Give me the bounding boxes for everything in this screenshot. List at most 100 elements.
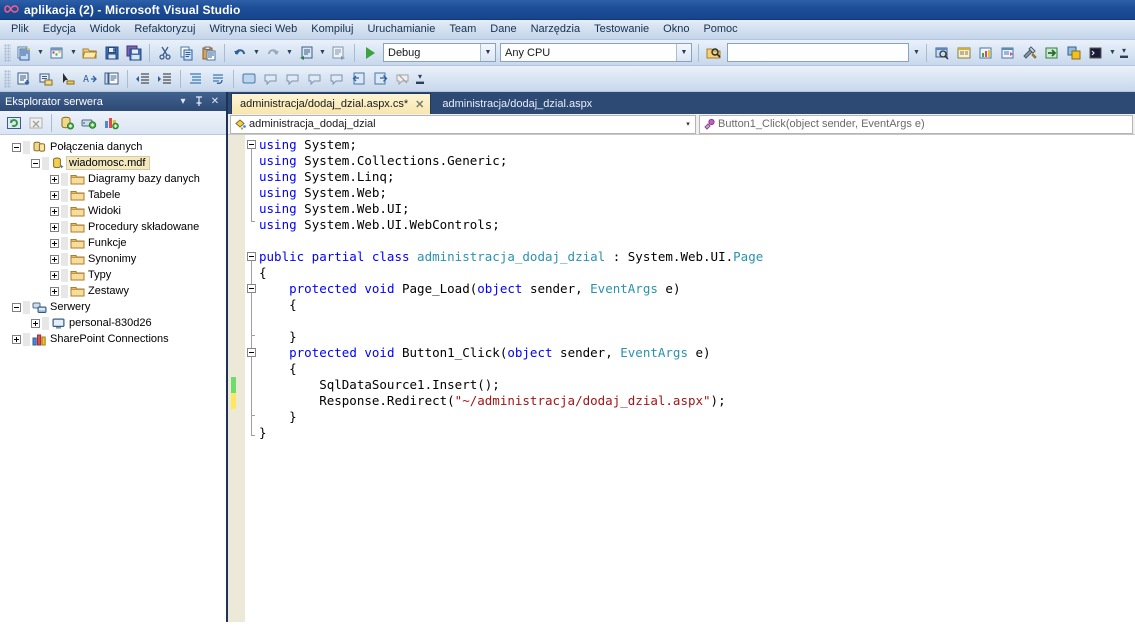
command-window-dropdown-arrow-icon[interactable]: ▼ xyxy=(1107,42,1118,64)
expand-expander-icon[interactable] xyxy=(48,205,61,218)
display-items-icon[interactable] xyxy=(13,68,35,90)
decrease-indent-icon[interactable] xyxy=(132,68,154,90)
close-icon[interactable]: ✕ xyxy=(415,98,424,111)
chevron-down-icon[interactable]: ▾ xyxy=(681,116,695,133)
toggle-all-outlining-icon[interactable] xyxy=(185,68,207,90)
navigate-backward-dropdown-arrow-icon[interactable]: ▼ xyxy=(317,42,328,64)
start-debugging-icon[interactable] xyxy=(359,42,381,64)
menu-item-okno[interactable]: Okno xyxy=(656,21,696,38)
menu-item-uruchamianie[interactable]: Uruchamianie xyxy=(360,21,442,38)
tree-item-funkcje[interactable]: Funkcje xyxy=(0,235,226,251)
code-text-content[interactable]: using System; using System.Collections.Ge… xyxy=(259,135,1135,622)
undo-dropdown-arrow-icon[interactable]: ▼ xyxy=(251,42,262,64)
menu-item-dane[interactable]: Dane xyxy=(483,21,523,38)
tree-item-sharepoint-connections[interactable]: SharePoint Connections xyxy=(0,331,226,347)
toolbox-icon[interactable] xyxy=(997,42,1019,64)
comment-block-icon[interactable] xyxy=(101,68,123,90)
expand-expander-icon[interactable] xyxy=(48,253,61,266)
add-sharepoint-connection-icon[interactable] xyxy=(100,112,122,134)
properties-window-icon[interactable] xyxy=(953,42,975,64)
menu-item-pomoc[interactable]: Pomoc xyxy=(696,21,744,38)
increase-indent-icon[interactable] xyxy=(154,68,176,90)
menu-item-team[interactable]: Team xyxy=(442,21,483,38)
cut-icon[interactable] xyxy=(154,42,176,64)
expand-expander-icon[interactable] xyxy=(48,173,61,186)
type-navigation-combo[interactable]: administracja_dodaj_dzial ▾ xyxy=(230,114,696,134)
menu-item-refaktoryzuj[interactable]: Refaktoryzuj xyxy=(127,21,202,38)
surround-with-icon[interactable] xyxy=(57,68,79,90)
collapse-expander-icon[interactable] xyxy=(29,157,42,170)
member-navigation-combo[interactable]: Button1_Click(object sender, EventArgs e… xyxy=(699,114,1133,134)
code-editor-surface[interactable]: using System; using System.Collections.Ge… xyxy=(228,135,1135,622)
paste-icon[interactable] xyxy=(198,42,220,64)
find-combo[interactable] xyxy=(727,43,909,62)
toolbar-grip[interactable] xyxy=(4,69,11,88)
previous-bookmark-icon[interactable] xyxy=(260,68,282,90)
command-window-icon[interactable] xyxy=(1085,42,1107,64)
new-website-dropdown-arrow-icon[interactable]: ▼ xyxy=(68,42,79,64)
insert-snippet-icon[interactable] xyxy=(35,68,57,90)
expand-expander-icon[interactable] xyxy=(48,221,61,234)
collapse-expander-icon[interactable] xyxy=(10,141,23,154)
tree-item-procedury-skladowane[interactable]: Procedury składowane xyxy=(0,219,226,235)
tree-item-personal-830d26[interactable]: personal-830d26 xyxy=(0,315,226,331)
menu-item-testowanie[interactable]: Testowanie xyxy=(587,21,656,38)
tab-dodaj-dzial-aspx[interactable]: administracja/dodaj_dzial.aspx xyxy=(433,93,600,114)
menu-item-plik[interactable]: Plik xyxy=(4,21,36,38)
tree-item-widoki[interactable]: Widoki xyxy=(0,203,226,219)
stop-refresh-icon[interactable] xyxy=(25,112,47,134)
fold-toggle-page-load-icon[interactable] xyxy=(247,284,256,293)
auto-hide-pin-icon[interactable] xyxy=(191,94,207,109)
redo-icon[interactable] xyxy=(262,42,284,64)
window-menu-chevron-icon[interactable]: ▾ xyxy=(175,94,191,109)
new-project-icon[interactable] xyxy=(13,42,35,64)
chevron-down-icon[interactable]: ▼ xyxy=(676,44,691,61)
tree-item-diagramy-bazy-danych[interactable]: Diagramy bazy danych xyxy=(0,171,226,187)
clear-bookmarks-icon[interactable] xyxy=(392,68,414,90)
expand-expander-icon[interactable] xyxy=(48,189,61,202)
close-icon[interactable]: ✕ xyxy=(207,94,223,109)
collapse-expander-icon[interactable] xyxy=(10,301,23,314)
find-in-files-icon[interactable] xyxy=(703,42,725,64)
next-bookmark-folder-icon[interactable] xyxy=(326,68,348,90)
new-project-dropdown-arrow-icon[interactable]: ▼ xyxy=(35,42,46,64)
previous-bookmark-document-icon[interactable] xyxy=(348,68,370,90)
new-website-icon[interactable] xyxy=(46,42,68,64)
fold-toggle-usings-icon[interactable] xyxy=(247,140,256,149)
redo-dropdown-arrow-icon[interactable]: ▼ xyxy=(284,42,295,64)
expand-expander-icon[interactable] xyxy=(48,237,61,250)
save-all-icon[interactable] xyxy=(123,42,145,64)
open-file-icon[interactable] xyxy=(79,42,101,64)
toggle-bookmark-icon[interactable] xyxy=(238,68,260,90)
find-dropdown-arrow-icon[interactable]: ▼ xyxy=(911,42,922,64)
next-bookmark-document-icon[interactable] xyxy=(370,68,392,90)
tree-item-zestawy[interactable]: Zestawy xyxy=(0,283,226,299)
menu-item-narzedzia[interactable]: Narzędzia xyxy=(524,21,588,38)
refresh-icon[interactable] xyxy=(3,112,25,134)
expand-expander-icon[interactable] xyxy=(48,285,61,298)
save-icon[interactable] xyxy=(101,42,123,64)
navigate-backward-icon[interactable] xyxy=(295,42,317,64)
toolbar-overflow-icon[interactable]: ▾ ▬ xyxy=(1118,42,1130,64)
class-view-icon[interactable] xyxy=(1063,42,1085,64)
expand-expander-icon[interactable] xyxy=(48,269,61,282)
navigate-forward-icon[interactable] xyxy=(328,42,350,64)
outlining-margin[interactable] xyxy=(245,135,259,622)
tab-dodaj-dzial-aspx-cs[interactable]: administracja/dodaj_dzial.aspx.cs* ✕ xyxy=(231,93,432,114)
solution-platform-combo[interactable]: Any CPU ▼ xyxy=(500,43,692,62)
tree-item-serwery[interactable]: Serwery xyxy=(0,299,226,315)
quick-find-symbol-icon[interactable]: A xyxy=(79,68,101,90)
tree-item-synonimy[interactable]: Synonimy xyxy=(0,251,226,267)
expand-expander-icon[interactable] xyxy=(10,333,23,346)
stop-outlining-icon[interactable] xyxy=(207,68,229,90)
solution-configuration-combo[interactable]: Debug ▼ xyxy=(383,43,496,62)
tools-icon[interactable] xyxy=(1019,42,1041,64)
menu-item-widok[interactable]: Widok xyxy=(83,21,128,38)
tree-item-tabele[interactable]: Tabele xyxy=(0,187,226,203)
tree-item-wiadomosc-mdf[interactable]: wiadomosc.mdf xyxy=(0,155,226,171)
fold-toggle-class-icon[interactable] xyxy=(247,252,256,261)
copy-icon[interactable] xyxy=(176,42,198,64)
next-bookmark-icon[interactable] xyxy=(282,68,304,90)
tree-item-polaczenia-danych[interactable]: Połączenia danych xyxy=(0,139,226,155)
menu-item-kompiluj[interactable]: Kompiluj xyxy=(304,21,360,38)
